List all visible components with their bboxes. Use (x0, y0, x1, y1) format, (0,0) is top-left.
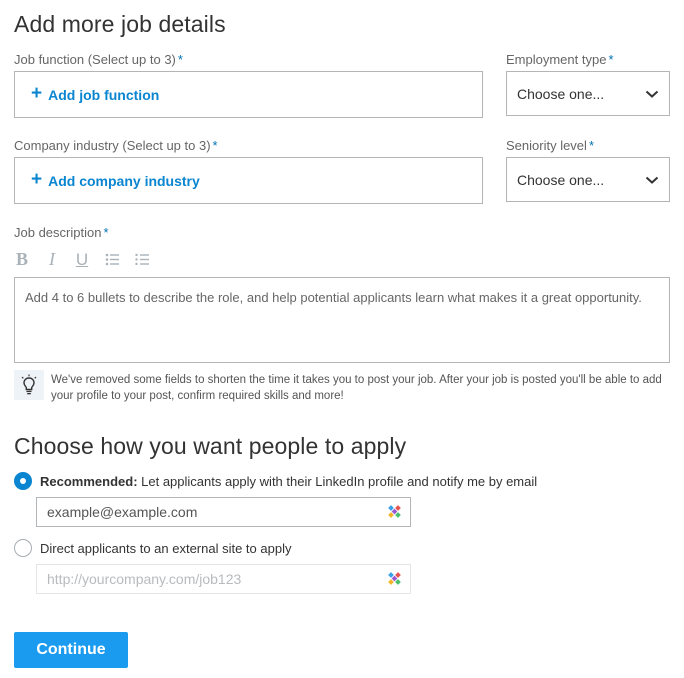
seniority-level-label-text: Seniority level (506, 138, 587, 153)
required-mark: * (103, 225, 109, 240)
external-url-field[interactable]: http://yourcompany.com/job123 (36, 564, 411, 594)
add-company-industry-button[interactable]: + Add company industry (31, 169, 200, 190)
radio-dot (20, 478, 26, 484)
company-industry-label: Company industry (Select up to 3) * (14, 138, 218, 153)
linkedin-radio[interactable] (14, 472, 32, 490)
chevron-down-icon (645, 176, 659, 184)
tip-text: We've removed some fields to shorten the… (51, 372, 681, 404)
email-field[interactable]: example@example.com (36, 497, 411, 527)
linkedin-option-text: Let applicants apply with their LinkedIn… (137, 473, 538, 489)
job-function-field: + Add job function (14, 71, 483, 118)
seniority-level-value: Choose one... (517, 171, 605, 188)
autofill-icon[interactable] (388, 505, 402, 519)
job-function-label: Job function (Select up to 3) * (14, 52, 183, 67)
continue-button[interactable]: Continue (14, 632, 128, 668)
required-mark: * (212, 138, 218, 153)
linkedin-option-label: Recommended: Let applicants apply with t… (40, 474, 537, 489)
add-company-industry-label: Add company industry (48, 172, 200, 189)
apply-option-linkedin[interactable]: Recommended: Let applicants apply with t… (14, 472, 537, 490)
job-description-editor[interactable]: Add 4 to 6 bullets to describe the role,… (14, 277, 670, 363)
bulleted-list-icon[interactable] (102, 253, 122, 266)
add-job-function-label: Add job function (48, 86, 160, 103)
tip-line-2: your profile to your post, confirm requi… (51, 390, 344, 402)
chevron-down-icon (645, 90, 659, 98)
external-url-placeholder: http://yourcompany.com/job123 (47, 571, 242, 587)
seniority-level-select[interactable]: Choose one... (506, 157, 670, 202)
apply-heading: Choose how you want people to apply (14, 433, 407, 459)
numbered-list-icon[interactable] (132, 253, 152, 266)
required-mark: * (608, 52, 614, 67)
plus-icon: + (31, 83, 43, 104)
employment-type-value: Choose one... (517, 85, 605, 102)
seniority-level-label: Seniority level * (506, 138, 594, 153)
employment-type-select[interactable]: Choose one... (506, 71, 670, 116)
add-job-function-button[interactable]: + Add job function (31, 83, 160, 104)
required-mark: * (588, 138, 594, 153)
job-description-label-text: Job description (14, 225, 102, 240)
job-description-label: Job description * (14, 225, 109, 240)
plus-icon: + (31, 169, 43, 190)
tip-line-1: We've removed some fields to shorten the… (51, 374, 662, 386)
autofill-icon[interactable] (388, 572, 402, 586)
required-mark: * (177, 52, 183, 67)
editor-toolbar: B I U (12, 249, 152, 270)
external-option-text: Direct applicants to an external site to… (40, 540, 292, 556)
apply-option-external[interactable]: Direct applicants to an external site to… (14, 539, 291, 557)
italic-icon[interactable]: I (42, 249, 62, 270)
recommended-label: Recommended: (40, 473, 138, 489)
employment-type-label: Employment type * (506, 52, 614, 67)
underline-icon[interactable]: U (72, 250, 92, 270)
company-industry-field: + Add company industry (14, 157, 483, 204)
job-function-label-text: Job function (Select up to 3) (14, 52, 176, 67)
email-value: example@example.com (47, 504, 198, 520)
job-description-placeholder: Add 4 to 6 bullets to describe the role,… (25, 290, 642, 305)
external-radio[interactable] (14, 539, 32, 557)
company-industry-label-text: Company industry (Select up to 3) (14, 138, 211, 153)
lightbulb-icon (14, 370, 44, 400)
bold-icon[interactable]: B (12, 249, 32, 270)
employment-type-label-text: Employment type (506, 52, 607, 67)
page-title: Add more job details (14, 11, 226, 37)
